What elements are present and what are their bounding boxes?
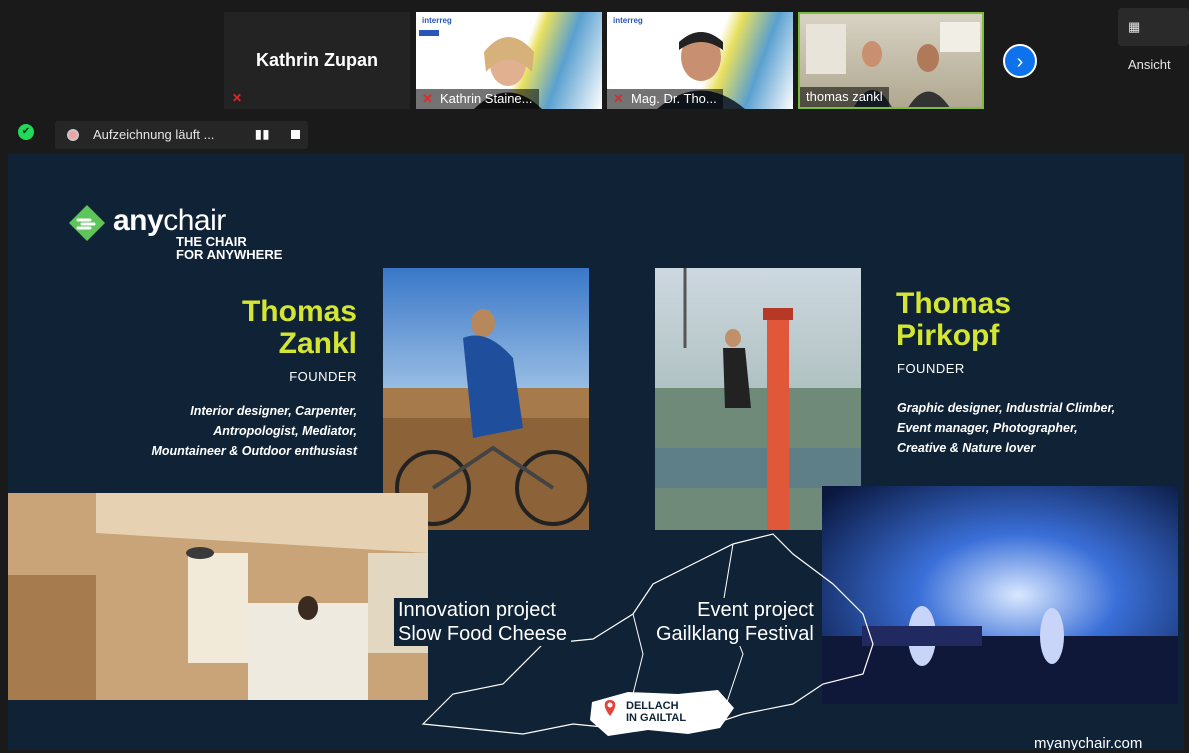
- logo-word-suffix: chair: [163, 204, 226, 237]
- person2-bio: Graphic designer, Industrial Climber, Ev…: [897, 398, 1115, 458]
- person2-bio-line: Event manager, Photographer,: [897, 421, 1078, 435]
- project1-label: Innovation project Slow Food Cheese: [394, 598, 571, 646]
- project1-line2: Slow Food Cheese: [398, 623, 567, 645]
- person1-photo: [383, 268, 589, 530]
- security-shield-icon[interactable]: ✔: [18, 124, 34, 140]
- meeting-toolbar: Kathrin Zupan ✕ interreg ✕ Kathrin Staine…: [0, 0, 1189, 150]
- kitchen-photo: [8, 493, 428, 700]
- person2-last-name: Pirkopf: [896, 319, 1000, 352]
- person1-bio-line: Interior designer, Carpenter,: [190, 404, 357, 418]
- logo-wordmark: anychair: [113, 204, 226, 238]
- chevron-right-icon: ›: [1016, 51, 1024, 73]
- participant-tile-1[interactable]: interreg ✕ Kathrin Staine...: [416, 12, 602, 109]
- mic-muted-icon: ✕: [422, 91, 433, 106]
- view-button[interactable]: ▦ Ansicht: [1118, 8, 1189, 72]
- participant-label-1: ✕ Kathrin Staine...: [416, 89, 539, 109]
- project2-label: Event project Gailklang Festival: [652, 598, 818, 646]
- project2-line1: Event project: [697, 599, 814, 621]
- participant-tile-2[interactable]: interreg ✕ Mag. Dr. Tho...: [607, 12, 793, 109]
- location-line2: IN GAILTAL: [626, 712, 687, 724]
- shared-slide: anychair THE CHAIR FOR ANYWHERE Thomas Z…: [8, 154, 1184, 750]
- person1-bio: Interior designer, Carpenter, Antropolog…: [151, 401, 357, 461]
- next-participants-button[interactable]: ›: [1003, 44, 1037, 78]
- mic-muted-icon: ✕: [232, 91, 243, 105]
- logo-tagline: THE CHAIR FOR ANYWHERE: [176, 235, 282, 261]
- project1-line1: Innovation project: [398, 599, 556, 621]
- interreg-logo: interreg: [422, 16, 452, 25]
- person1-role: FOUNDER: [289, 369, 357, 384]
- project2-line2: Gailklang Festival: [656, 623, 814, 645]
- anychair-logo-icon: [69, 205, 105, 241]
- person2-role: FOUNDER: [897, 361, 965, 376]
- person2-name: Thomas Pirkopf: [896, 288, 1011, 352]
- participant-label-3: thomas zankl: [800, 87, 889, 107]
- recording-indicator: Aufzeichnung läuft ... ▮▮: [55, 121, 308, 149]
- location-label: DELLACH IN GAILTAL: [626, 700, 686, 724]
- recording-dot-icon: [67, 129, 79, 141]
- participant-tile-3[interactable]: thomas zankl: [798, 12, 984, 109]
- person1-bio-line: Antropologist, Mediator,: [213, 424, 357, 438]
- person1-name: Thomas Zankl: [242, 296, 357, 360]
- recording-status: Aufzeichnung läuft ...: [93, 127, 215, 142]
- view-button-label: Ansicht: [1128, 57, 1171, 72]
- interreg-logo: interreg: [613, 16, 643, 25]
- logo-tagline-2: FOR ANYWHERE: [176, 247, 283, 262]
- person1-first-name: Thomas: [241, 295, 357, 328]
- participant-label-2: ✕ Mag. Dr. Tho...: [607, 89, 723, 109]
- active-speaker-name: Kathrin Zupan: [256, 50, 378, 70]
- location-line1: DELLACH: [626, 700, 679, 712]
- website-url: myanychair.com: [1034, 735, 1143, 750]
- stop-icon[interactable]: [291, 130, 300, 139]
- person1-bio-line: Mountaineer & Outdoor enthusiast: [151, 444, 357, 458]
- person2-bio-line: Graphic designer, Industrial Climber,: [897, 401, 1116, 415]
- pause-icon[interactable]: ▮▮: [255, 127, 270, 141]
- person1-last-name: Zankl: [278, 327, 357, 360]
- active-speaker-tile[interactable]: Kathrin Zupan ✕: [224, 12, 410, 109]
- person2-first-name: Thomas: [896, 287, 1012, 320]
- mic-muted-icon: ✕: [613, 91, 624, 106]
- logo-word-prefix: any: [113, 204, 164, 237]
- person2-bio-line: Creative & Nature lover: [897, 441, 1036, 455]
